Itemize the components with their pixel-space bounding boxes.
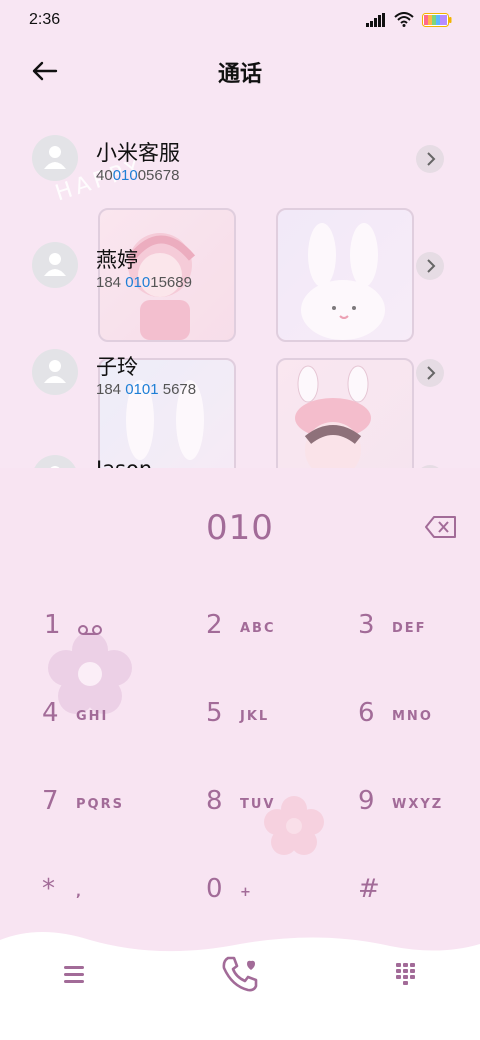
contact-number: 4001005678: [96, 167, 180, 184]
contact-row[interactable]: 小米客服 4001005678: [0, 135, 480, 215]
key-4[interactable]: 4 GHI: [42, 698, 192, 758]
contact-name: 子玲: [96, 355, 138, 379]
call-button[interactable]: [220, 954, 260, 994]
key-digit: 0: [206, 874, 223, 904]
voicemail-icon: [78, 625, 102, 635]
contact-number: 184 01015689: [96, 274, 192, 291]
key-digit: 9: [358, 786, 375, 816]
key-letters: GHI: [76, 709, 109, 724]
key-digit: #: [358, 874, 380, 904]
key-digit: 5: [206, 698, 223, 728]
key-letters: ABC: [240, 621, 276, 636]
signal-icon: [366, 12, 385, 27]
key-letters: PQRS: [76, 797, 124, 812]
avatar: [32, 455, 78, 468]
key-letters: JKL: [240, 709, 270, 724]
key-hash[interactable]: #: [358, 874, 480, 934]
key-0[interactable]: 0 +: [206, 874, 356, 934]
page-title: 通话: [217, 62, 262, 87]
avatar: [32, 349, 78, 395]
key-star[interactable]: * ,: [42, 874, 192, 934]
contact-results[interactable]: HAPPY 小米客服 4001005678 燕婷 184 01015689 子玲…: [0, 110, 480, 468]
keypad-icon: [396, 963, 415, 985]
wifi-icon: [394, 12, 414, 27]
bottom-bar: [0, 930, 480, 1040]
contact-name: 燕婷: [96, 248, 138, 272]
contact-detail-button[interactable]: [416, 359, 444, 387]
key-7[interactable]: 7 PQRS: [42, 786, 192, 846]
keypad-toggle-button[interactable]: [396, 963, 416, 985]
key-1[interactable]: 1: [44, 610, 194, 670]
contact-detail-button[interactable]: [416, 252, 444, 280]
chevron-right-icon: [427, 259, 436, 273]
key-digit: 7: [42, 786, 59, 816]
contact-name: 小米客服: [96, 141, 180, 165]
person-icon: [44, 253, 66, 276]
backspace-icon: [425, 516, 456, 538]
key-digit: 8: [206, 786, 223, 816]
key-letters: +: [240, 885, 253, 900]
key-5[interactable]: 5 JKL: [206, 698, 356, 758]
key-6[interactable]: 6 MNO: [358, 698, 480, 758]
key-9[interactable]: 9 WXYZ: [358, 786, 480, 846]
contact-name: Jason: [96, 457, 152, 468]
key-digit: 1: [44, 610, 61, 640]
contact-row[interactable]: 燕婷 184 01015689: [0, 242, 480, 322]
status-bar: 2:36: [0, 0, 480, 40]
key-digit: 4: [42, 698, 59, 728]
status-time: 2:36: [29, 11, 61, 28]
key-letters: DEF: [392, 621, 427, 636]
menu-icon: [64, 966, 84, 983]
avatar: [32, 135, 78, 181]
avatar: [32, 242, 78, 288]
key-letters: ,: [76, 885, 83, 900]
key-digit: 3: [358, 610, 375, 640]
key-digit: 2: [206, 610, 223, 640]
contact-number: 184 0101 5678: [96, 381, 197, 398]
key-2[interactable]: 2 ABC: [206, 610, 356, 670]
key-3[interactable]: 3 DEF: [358, 610, 480, 670]
contact-detail-button[interactable]: [416, 145, 444, 173]
key-letters: WXYZ: [392, 797, 444, 812]
contact-row[interactable]: Jason: [0, 455, 480, 468]
battery-icon: [422, 12, 452, 27]
contact-row[interactable]: 子玲 184 0101 5678: [0, 349, 480, 429]
dialed-number: 010: [206, 508, 274, 548]
chevron-right-icon: [427, 152, 436, 166]
menu-button[interactable]: [62, 964, 86, 984]
header: 通话: [0, 40, 480, 100]
key-8[interactable]: 8 TUV: [206, 786, 356, 846]
phone-heart-icon: [222, 956, 258, 992]
key-letters: MNO: [392, 709, 433, 724]
chevron-right-icon: [427, 366, 436, 380]
key-digit: 6: [358, 698, 375, 728]
key-letters: TUV: [240, 797, 276, 812]
key-digit: *: [42, 874, 55, 904]
person-icon: [44, 146, 66, 169]
backspace-button[interactable]: [424, 514, 458, 540]
person-icon: [44, 360, 66, 383]
status-icons: [366, 12, 452, 27]
